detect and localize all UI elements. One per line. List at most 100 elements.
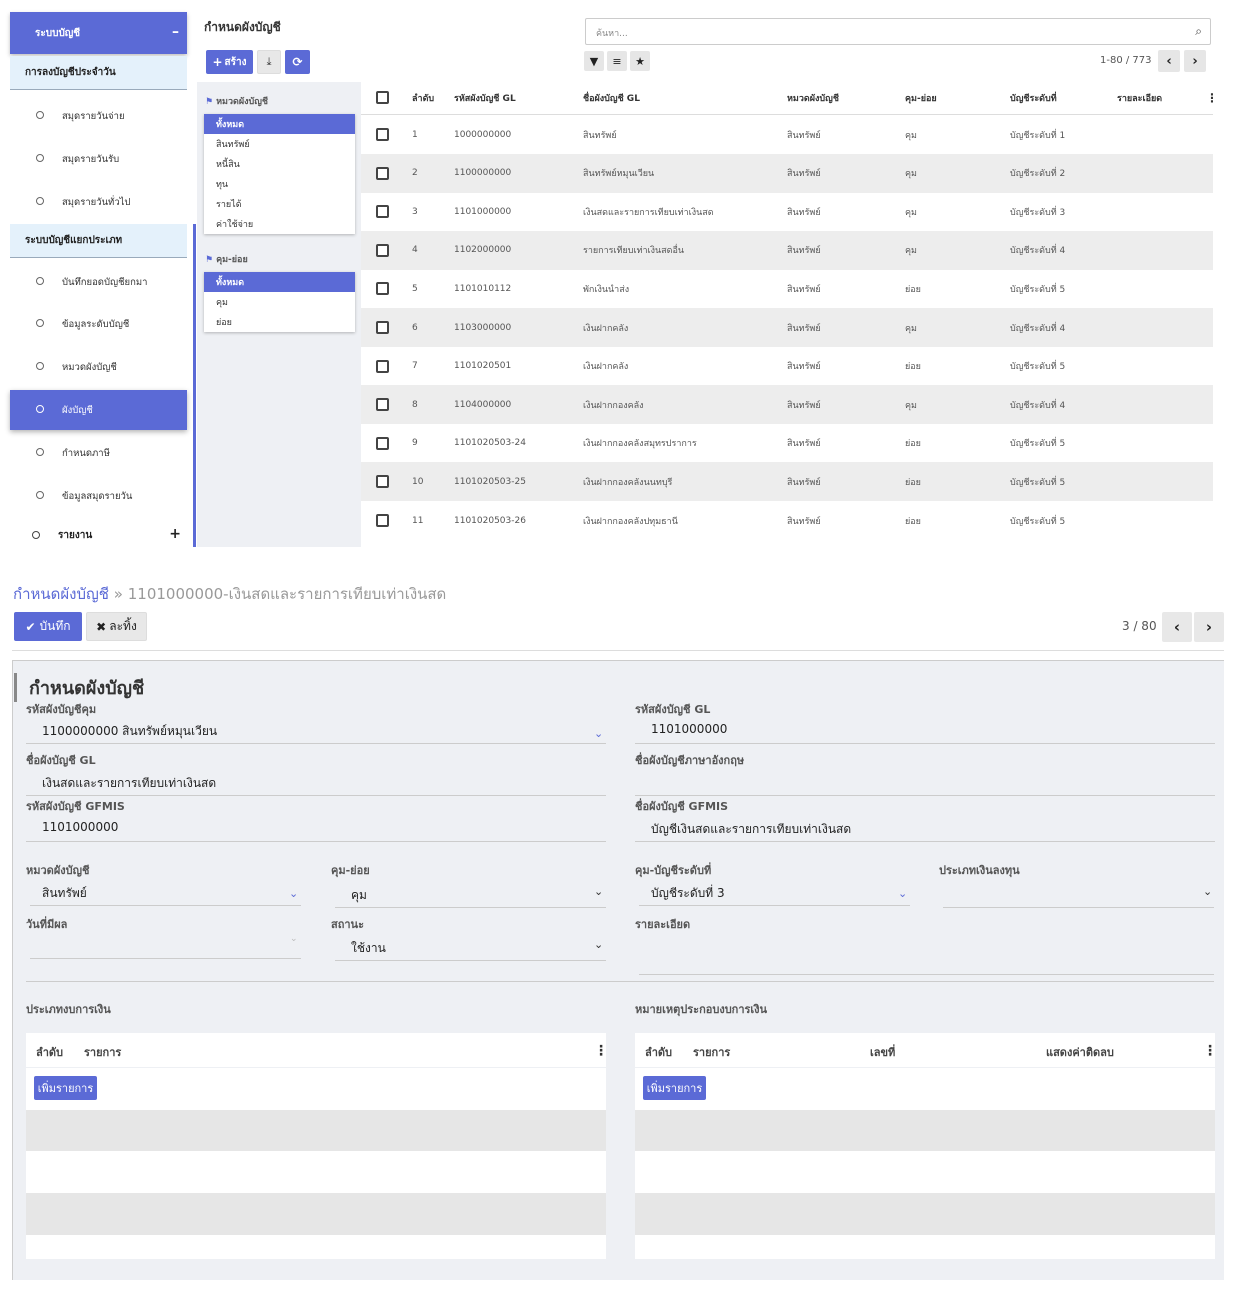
category-select[interactable]: สินทรัพย์ [42, 884, 87, 903]
table-row[interactable]: 6 1103000000 เงินฝากคลัง สินทรัพย์ คุม บัญชีร… [361, 308, 1213, 347]
gl-name-input[interactable]: เงินสดและรายการเทียบเท่าเงินสด [42, 774, 216, 793]
collapse-icon[interactable]: – [172, 24, 179, 40]
sidebar-item-tax[interactable]: กำหนดภาษี [10, 433, 187, 473]
gfmis-code-input[interactable]: 1101000000 [42, 820, 118, 834]
sidebar-item-account-level[interactable]: ข้อมูลระดับบัญชี [10, 304, 187, 344]
column-header-control[interactable]: คุม-ย่อย [905, 82, 937, 114]
table-row[interactable]: 11 1101020503-26 เงินฝากกองคลังปทุมธานี สิน… [361, 501, 1213, 540]
table-row[interactable]: 4 1102000000 รายการเทียบเท่าเงินสดอื่น สินท… [361, 230, 1213, 270]
select-all-checkbox[interactable] [376, 91, 389, 104]
control-select[interactable]: คุม [351, 886, 367, 905]
pager-prev-button[interactable]: ‹ [1158, 50, 1180, 72]
chevron-down-icon[interactable]: ⌄ [290, 934, 298, 944]
row-checkbox[interactable] [376, 398, 389, 412]
table-row[interactable]: 2 1100000000 สินทรัพย์หมุนเวียน สินทรัพย์ คุ… [361, 153, 1213, 193]
row-checkbox[interactable] [376, 166, 389, 180]
filter-option[interactable]: ทุน [204, 174, 355, 194]
sidebar-item-journal-info[interactable]: ข้อมูลสมุดรายวัน [10, 476, 187, 516]
filter-option[interactable]: คุม [204, 292, 355, 312]
sidebar-item-opening-balance[interactable]: บันทึกยอดบัญชียกมา [10, 262, 187, 302]
filter-button[interactable]: ▼ [584, 51, 604, 71]
breadcrumb-parent[interactable]: กำหนดผังบัญชี [13, 585, 109, 603]
filter-option[interactable]: สินทรัพย์ [204, 134, 355, 154]
chevron-down-icon[interactable]: ⌄ [1203, 885, 1212, 898]
discard-button[interactable]: ✖ ละทิ้ง [86, 612, 147, 641]
row-checkbox[interactable] [376, 205, 389, 219]
chevron-down-icon[interactable]: ⌄ [594, 885, 603, 898]
gfmis-name-input[interactable]: บัญชีเงินสดและรายการเทียบเท่าเงินสด [651, 820, 851, 839]
filter-option[interactable]: ทั้งหมด [204, 272, 355, 292]
column-header-seq[interactable]: ลำดับ [645, 1043, 672, 1061]
sidebar-item-payment-journal[interactable]: สมุดรายวันจ่าย [10, 96, 187, 136]
table-row[interactable]: 3 1101000000 เงินสดและรายการเทียบเท่าเงินส… [361, 192, 1213, 231]
parent-code-select[interactable]: 1100000000 สินทรัพย์หมุนเวียน [42, 722, 217, 741]
add-line-button[interactable]: เพิ่มรายการ [643, 1076, 706, 1100]
table-row[interactable]: 10 1101020503-25 เงินฝากกองคลังนนทบุรี สินท… [361, 462, 1213, 502]
form-pager-value[interactable]: 3 / 80 [1122, 619, 1157, 633]
column-header-detail[interactable]: รายละเอียด [1117, 82, 1162, 114]
row-checkbox[interactable] [376, 321, 389, 334]
refresh-button[interactable]: ⟳ [285, 50, 310, 74]
invest-type-select[interactable] [943, 907, 1214, 908]
row-checkbox[interactable] [376, 436, 389, 450]
chevron-down-icon[interactable]: ⌄ [898, 887, 907, 900]
gl-code-input[interactable]: 1101000000 [651, 722, 727, 736]
form-next-button[interactable]: › [1194, 612, 1224, 642]
save-button[interactable]: ✔ บันทึก [14, 612, 82, 641]
level-select[interactable]: บัญชีระดับที่ 3 [651, 884, 725, 903]
row-checkbox[interactable] [376, 243, 389, 257]
sidebar-item-chart-of-accounts[interactable]: ผังบัญชี [10, 390, 187, 430]
row-checkbox[interactable] [376, 128, 389, 141]
table-row[interactable]: 1 1000000000 สินทรัพย์ สินทรัพย์ คุม บัญชีระด… [361, 115, 1213, 154]
column-options-icon[interactable]: ⋮ [594, 1043, 608, 1059]
expand-plus-icon[interactable]: + [169, 526, 181, 542]
filter-option[interactable]: ย่อย [204, 312, 355, 332]
status-select[interactable]: ใช้งาน [351, 939, 386, 958]
row-checkbox[interactable] [376, 359, 389, 373]
table-row[interactable]: 5 1101010112 พักเงินนำส่ง สินทรัพย์ ย่อย บัญช… [361, 269, 1213, 308]
column-header-category[interactable]: หมวดผังบัญชี [787, 82, 839, 114]
groupby-button[interactable]: ≡ [607, 51, 627, 71]
table-row[interactable]: 7 1101020501 เงินฝากคลัง สินทรัพย์ ย่อย บัญชี… [361, 347, 1213, 386]
table-row[interactable]: 9 1101020503-24 เงินฝากกองคลังสมุทรปราการ ส… [361, 424, 1213, 463]
row-checkbox[interactable] [376, 475, 389, 489]
column-options-icon[interactable]: ⋮ [1206, 82, 1213, 114]
effective-date-input[interactable] [30, 958, 301, 959]
sidebar-item-receipt-journal[interactable]: สมุดรายวันรับ [10, 139, 187, 179]
column-header-item[interactable]: รายการ [84, 1043, 121, 1061]
download-button[interactable]: ⤓ [257, 50, 281, 74]
filter-option[interactable]: รายได้ [204, 194, 355, 214]
create-button[interactable]: + สร้าง [206, 50, 253, 74]
detail-input[interactable] [639, 974, 1214, 975]
table-row[interactable]: 8 1104000000 เงินฝากกองคลัง สินทรัพย์ คุม บัญ… [361, 385, 1213, 425]
sidebar-item-general-journal[interactable]: สมุดรายวันทั่วไป [10, 182, 187, 222]
column-header-gl-code[interactable]: รหัสผังบัญชี GL [454, 82, 516, 114]
row-checkbox[interactable] [376, 282, 389, 296]
pager-next-button[interactable]: › [1184, 50, 1206, 72]
favorites-button[interactable]: ★ [630, 51, 650, 71]
search-input[interactable]: ค้นหา... ⌕ [585, 18, 1211, 45]
sidebar-section-daily[interactable]: การลงบัญชีประจำวัน [10, 56, 187, 90]
sidebar-section-ledger[interactable]: ระบบบัญชีแยกประเภท [10, 224, 187, 258]
chevron-down-icon[interactable]: ⌄ [594, 938, 603, 951]
form-prev-button[interactable]: ‹ [1162, 612, 1192, 642]
column-header-seq[interactable]: ลำดับ [412, 82, 434, 114]
column-header-number[interactable]: เลขที่ [870, 1043, 895, 1061]
column-header-item[interactable]: รายการ [693, 1043, 730, 1061]
column-header-gl-name[interactable]: ชื่อผังบัญชี GL [583, 82, 640, 114]
chevron-down-icon[interactable]: ⌄ [289, 887, 298, 900]
chevron-down-icon[interactable]: ⌄ [594, 727, 603, 740]
filter-option[interactable]: ทั้งหมด [204, 114, 355, 134]
column-header-seq[interactable]: ลำดับ [36, 1043, 63, 1061]
en-name-input[interactable] [635, 795, 1215, 796]
sidebar-item-report[interactable]: รายงาน + [10, 524, 187, 546]
column-header-level[interactable]: บัญชีระดับที่ [1010, 82, 1057, 114]
sidebar-header-accounting[interactable]: ระบบบัญชี – [10, 12, 187, 54]
filter-option[interactable]: หนี้สิน [204, 154, 355, 174]
column-options-icon[interactable]: ⋮ [1203, 1043, 1217, 1059]
filter-option[interactable]: ค่าใช้จ่าย [204, 214, 355, 234]
sidebar-item-account-category[interactable]: หมวดผังบัญชี [10, 347, 187, 387]
column-header-negative[interactable]: แสดงค่าติดลบ [1046, 1043, 1114, 1061]
row-checkbox[interactable] [376, 514, 389, 527]
pager-value[interactable]: 1-80 / 773 [1100, 55, 1152, 66]
